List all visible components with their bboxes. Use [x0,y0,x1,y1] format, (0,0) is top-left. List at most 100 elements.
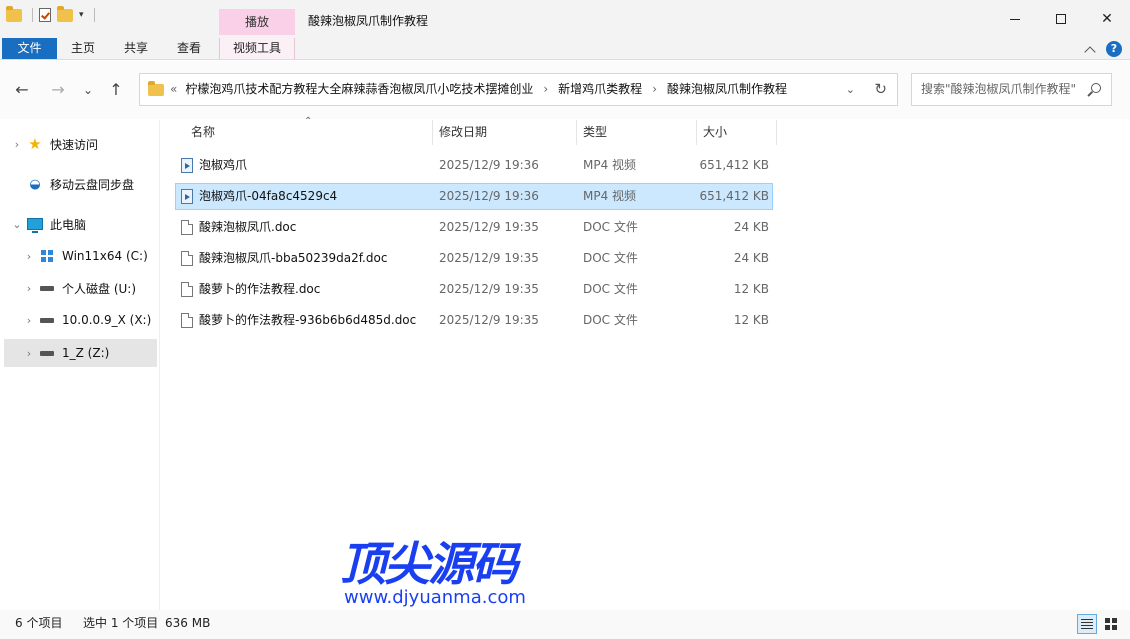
breadcrumb-separator[interactable]: › [533,74,558,105]
file-row[interactable]: 酸萝卜的作法教程-936b6b6d485d.doc 2025/12/9 19:3… [175,307,773,334]
nav-item-label: 移动云盘同步盘 [50,177,135,192]
file-date: 2025/12/9 19:35 [439,313,539,327]
collapse-icon[interactable]: ⌄ [8,218,26,231]
nav-item-label: 10.0.0.9_X (X:) [62,313,152,327]
watermark-title: 顶尖源码 [340,537,518,591]
help-icon[interactable]: ? [1106,41,1122,57]
column-header-type[interactable]: 类型 [583,120,693,145]
refresh-icon[interactable]: ↻ [874,74,887,105]
customize-toolbar-icon[interactable]: ▾ [79,10,84,20]
doc-file-icon [181,220,193,235]
window-controls: ✕ [992,0,1130,38]
breadcrumb-item-current[interactable]: 酸辣泡椒凤爪制作教程 [667,74,787,105]
file-name: 酸萝卜的作法教程-936b6b6d485d.doc [199,313,417,327]
collapse-ribbon-icon[interactable] [1084,45,1096,58]
nav-item-drive-z[interactable]: › 1_Z (Z:) [4,339,157,367]
column-divider[interactable] [696,120,697,145]
details-view-button[interactable] [1077,614,1097,634]
folder-icon [148,81,164,96]
address-history-dropdown-icon[interactable]: ⌄ [846,74,855,105]
file-type: MP4 视频 [583,158,637,172]
properties-icon[interactable] [39,8,51,22]
maximize-icon [1056,14,1066,24]
tab-view[interactable]: 查看 [170,38,208,59]
breadcrumb-separator[interactable]: › [642,74,667,105]
window-title: 酸辣泡椒凤爪制作教程 [308,14,429,28]
breadcrumb-item-category[interactable]: 新增鸡爪类教程 [558,74,642,105]
file-name: 泡椒鸡爪-04fa8c4529c4 [199,189,338,203]
nav-item-label: 1_Z (Z:) [62,346,110,360]
file-row-selected[interactable]: 泡椒鸡爪-04fa8c4529c4 2025/12/9 19:36 MP4 视频… [175,183,773,210]
selection-size: 636 MB [165,616,211,630]
nav-item-this-pc[interactable]: ⌄ 此电脑 [4,210,157,238]
file-size: 651,412 KB [699,158,769,172]
doc-file-icon [181,251,193,266]
file-type: DOC 文件 [583,251,638,265]
search-placeholder: 搜索"酸辣泡椒凤爪制作教程" [921,82,1077,96]
expand-icon[interactable]: › [20,347,38,360]
column-divider[interactable] [576,120,577,145]
nav-item-drive-u[interactable]: › 个人磁盘 (U:) [4,274,157,302]
recent-locations-button[interactable]: ⌄ [76,79,100,101]
large-icons-view-button[interactable] [1101,614,1121,634]
address-bar[interactable]: « 柠檬泡鸡爪技术配方教程大全麻辣蒜香泡椒凤爪小吃技术摆摊创业 › 新增鸡爪类教… [139,73,898,106]
minimize-button[interactable] [992,0,1038,38]
up-button[interactable]: ↑ [104,79,128,101]
expand-icon[interactable]: › [8,138,26,151]
context-tab-group-play: 播放 [219,9,295,35]
file-size: 24 KB [733,251,769,265]
nav-item-label: Win11x64 (C:) [62,249,148,263]
back-button[interactable]: ← [10,79,34,101]
video-file-icon [181,189,193,204]
column-header-name[interactable]: 名称 [191,120,431,145]
file-type: DOC 文件 [583,220,638,234]
video-file-icon [181,158,193,173]
new-folder-icon[interactable] [57,5,73,22]
column-divider[interactable] [432,120,433,145]
forward-button[interactable]: → [46,79,70,101]
file-row[interactable]: 酸辣泡椒凤爪-bba50239da2f.doc 2025/12/9 19:35 … [175,245,773,272]
breadcrumb-overflow[interactable]: « [170,74,185,105]
column-header-size[interactable]: 大小 [703,120,773,145]
navigation-pane: › ★ 快速访问 ◒ 移动云盘同步盘 ⌄ 此电脑 › Win11x64 (C:)… [0,120,160,610]
nav-item-drive-x[interactable]: › 10.0.0.9_X (X:) [4,306,157,334]
doc-file-icon [181,282,193,297]
selection-count: 选中 1 个项目 [83,616,159,630]
file-row[interactable]: 酸辣泡椒凤爪.doc 2025/12/9 19:35 DOC 文件 24 KB [175,214,773,241]
nav-item-label: 快速访问 [50,137,99,152]
nav-item-quick-access[interactable]: › ★ 快速访问 [4,130,157,158]
file-date: 2025/12/9 19:36 [439,158,539,172]
search-icon[interactable] [1091,83,1101,93]
expand-icon[interactable]: › [20,282,38,295]
tab-home[interactable]: 主页 [64,38,102,59]
ribbon-tabs: 文件 主页 共享 查看 视频工具 ? [0,38,1130,60]
file-row[interactable]: 泡椒鸡爪 2025/12/9 19:36 MP4 视频 651,412 KB [175,152,773,179]
search-box[interactable]: 搜索"酸辣泡椒凤爪制作教程" [911,73,1112,106]
expand-icon[interactable]: › [20,314,38,327]
status-bar: 6 个项目 选中 1 个项目 636 MB [0,610,1130,639]
file-row[interactable]: 酸萝卜的作法教程.doc 2025/12/9 19:35 DOC 文件 12 K… [175,276,773,303]
file-type: DOC 文件 [583,313,638,327]
file-date: 2025/12/9 19:35 [439,220,539,234]
expand-icon[interactable]: › [20,250,38,263]
toolbar-divider [93,8,95,22]
breadcrumb: « 柠檬泡鸡爪技术配方教程大全麻辣蒜香泡椒凤爪小吃技术摆摊创业 › 新增鸡爪类教… [170,74,787,105]
maximize-button[interactable] [1038,0,1084,38]
tab-video-tools[interactable]: 视频工具 [219,38,295,59]
toolbar-divider [32,8,33,22]
file-size: 12 KB [733,282,769,296]
watermark-url: www.djyuanma.com [344,587,526,608]
column-divider[interactable] [776,120,777,145]
nav-item-cloud-sync[interactable]: ◒ 移动云盘同步盘 [4,170,157,198]
file-name: 酸辣泡椒凤爪.doc [199,220,297,234]
close-icon: ✕ [1101,11,1113,27]
nav-item-drive-c[interactable]: › Win11x64 (C:) [4,242,157,270]
tab-file[interactable]: 文件 [2,38,57,59]
file-type: DOC 文件 [583,282,638,296]
breadcrumb-item-root[interactable]: 柠檬泡鸡爪技术配方教程大全麻辣蒜香泡椒凤爪小吃技术摆摊创业 [185,74,533,105]
column-header-date[interactable]: 修改日期 [439,120,574,145]
close-button[interactable]: ✕ [1084,0,1130,38]
file-size: 24 KB [733,220,769,234]
nav-item-label: 此电脑 [50,217,87,232]
tab-share[interactable]: 共享 [117,38,155,59]
